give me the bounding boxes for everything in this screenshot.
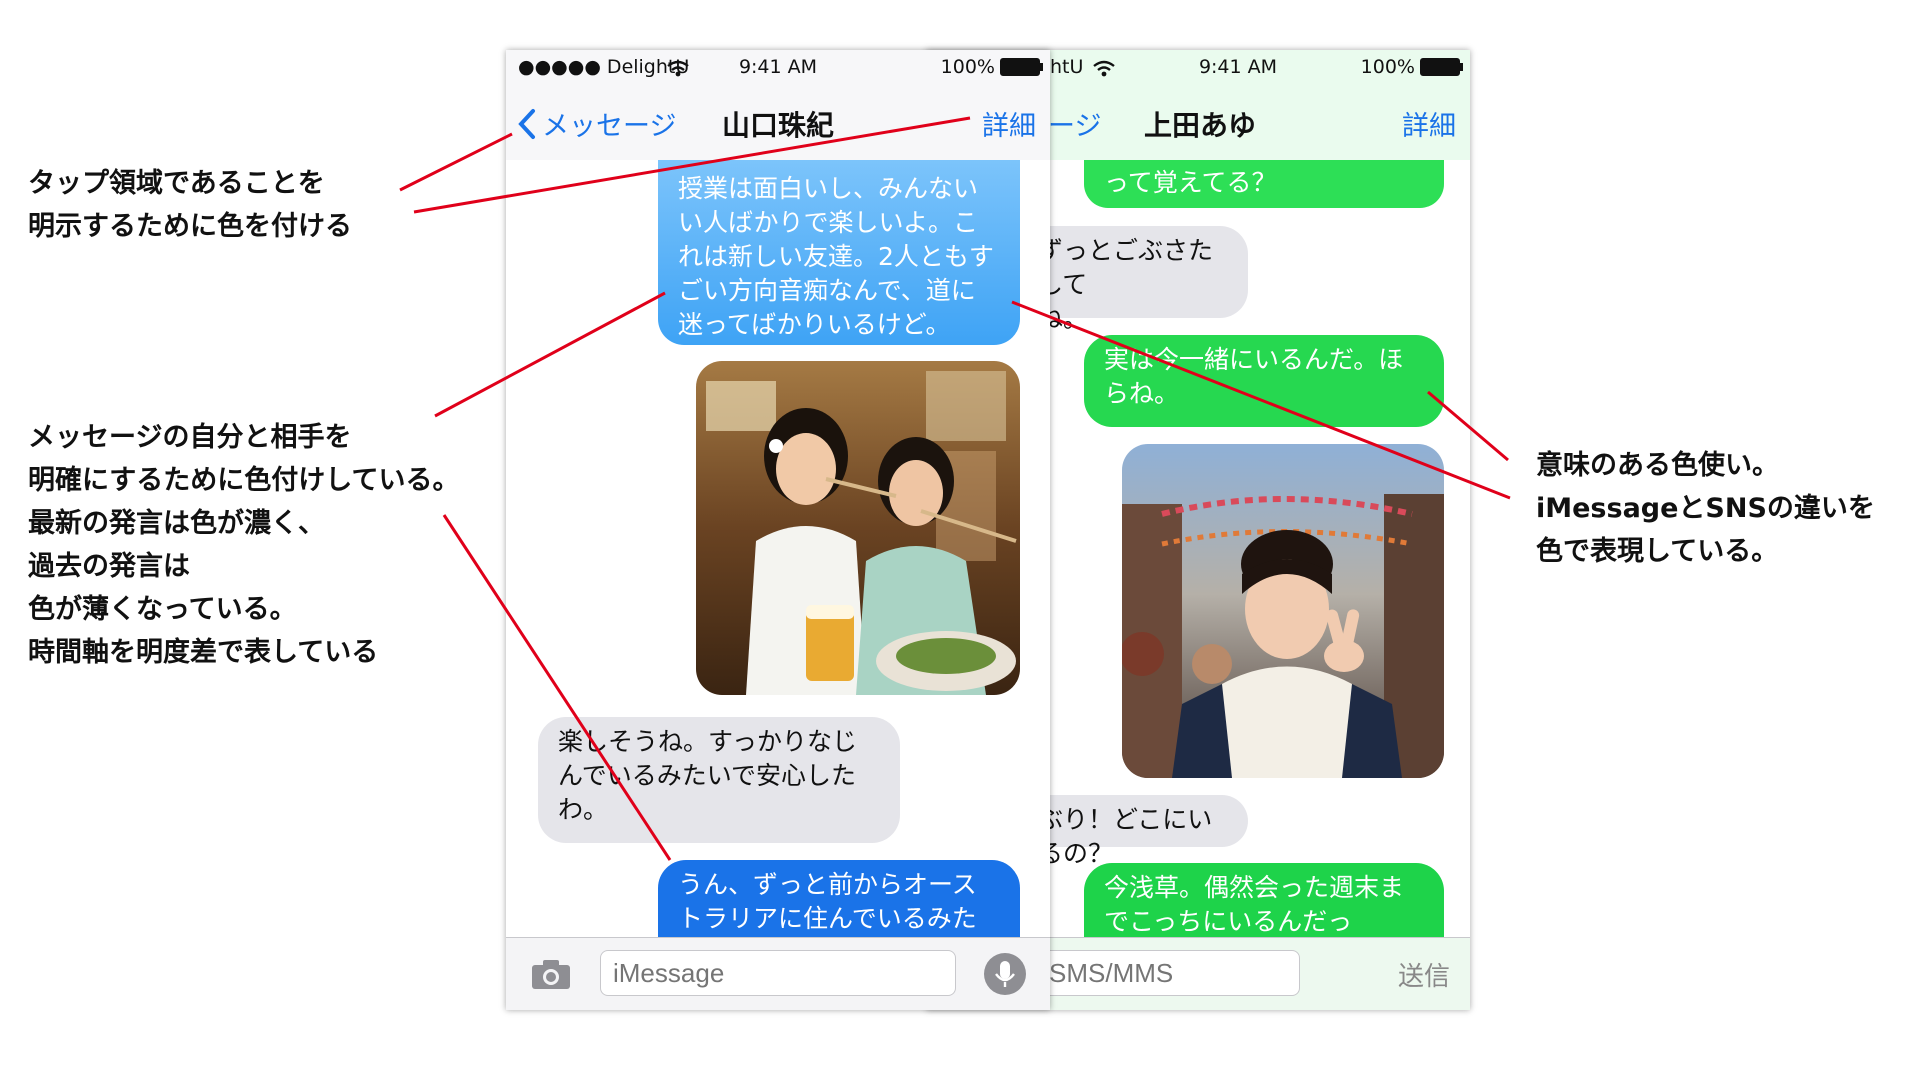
details-button[interactable]: 詳細	[1402, 104, 1456, 143]
callout-line: 時間軸を明度差で表している	[28, 637, 379, 668]
imessage-phone-screen: ●●●●● DelightU 9:41 AM 100% メッセージ 山口珠紀 詳…	[506, 50, 1050, 1010]
message-bubble-sent[interactable]: って覚えてる？	[1084, 160, 1444, 208]
message-bubble-received[interactable]: ずっとごぶさたして ね。	[1018, 226, 1248, 333]
camera-icon[interactable]	[530, 958, 572, 990]
send-button[interactable]: 送信	[1398, 956, 1450, 993]
callout-self-other: メッセージの自分と相手を 明確にするために色付けしている。 最新の発言は色が濃く…	[28, 416, 459, 674]
callout-line: iMessageとSNSの違いを	[1536, 493, 1875, 524]
callout-line: 色で表現している。	[1536, 536, 1779, 567]
back-button-label: ージ	[1048, 111, 1102, 142]
callout-line: 明示するために色を付ける	[28, 211, 352, 242]
back-button-label: メッセージ	[542, 111, 677, 142]
navigation-bar: メッセージ 山口珠紀 詳細	[506, 84, 1050, 161]
message-bubble-received[interactable]: ぶり！どこにいるの？	[1018, 795, 1248, 868]
callout-meaningful-color: 意味のある色使い。 iMessageとSNSの違いを 色で表現している。	[1536, 444, 1875, 573]
status-bar: ●●●●● DelightU 9:41 AM 100%	[506, 50, 1050, 84]
message-thread[interactable]: 授業は面白いし、みんないい人ばかりで楽しいよ。これは新しい友達。2人ともすごい方…	[506, 160, 1050, 940]
message-bubble-sent[interactable]: うん、ずっと前からオーストラリアに住んでいるみた	[658, 860, 1020, 940]
callout-line: メッセージの自分と相手を	[28, 422, 352, 453]
battery-percent: 100%	[1360, 56, 1415, 78]
callout-line: 最新の発言は色が濃く、	[28, 508, 325, 539]
photo-attachment[interactable]	[1122, 444, 1444, 778]
battery-percent: 100%	[940, 56, 995, 78]
back-button[interactable]: メッセージ	[518, 104, 676, 143]
message-bubble-received[interactable]: 楽しそうね。すっかりなじんでいるみたいで安心したわ。	[538, 717, 900, 843]
conversation-title: 上田あゆ	[1144, 109, 1257, 142]
imessage-input[interactable]	[600, 950, 956, 996]
callout-line: 色が薄くなっている。	[28, 594, 297, 625]
sms-input[interactable]	[1036, 950, 1300, 996]
compose-bar	[506, 937, 1050, 1010]
back-button[interactable]: ージ	[1048, 104, 1101, 143]
microphone-icon[interactable]	[983, 952, 1027, 996]
pointer-line-back-button	[399, 132, 513, 192]
message-bubble-sent[interactable]: 実は今一緒にいるんだ。ほらね。	[1084, 335, 1444, 427]
chevron-left-icon	[518, 108, 535, 139]
photo-woman-peace-sign	[1122, 444, 1444, 778]
conversation-title: 山口珠紀	[722, 109, 835, 142]
callout-line: 過去の発言は	[28, 551, 190, 582]
photo-attachment[interactable]	[696, 361, 1020, 695]
message-bubble-sent[interactable]: 授業は面白いし、みんないい人ばかりで楽しいよ。これは新しい友達。2人ともすごい方…	[658, 160, 1020, 345]
details-button[interactable]: 詳細	[982, 104, 1036, 143]
message-bubble-sent[interactable]: 今浅草。偶然会った週末までこっちにいるんだっ	[1084, 863, 1444, 940]
callout-line: タップ領域であることを	[28, 168, 325, 199]
photo-two-friends-eating	[696, 361, 1020, 695]
callout-line: 意味のある色使い。	[1536, 450, 1779, 481]
battery-icon	[1000, 58, 1043, 76]
callout-line: 明確にするために色付けしている。	[28, 465, 460, 496]
callout-tap-area: タップ領域であることを 明示するために色を付ける	[28, 162, 352, 248]
battery-icon	[1420, 58, 1463, 76]
